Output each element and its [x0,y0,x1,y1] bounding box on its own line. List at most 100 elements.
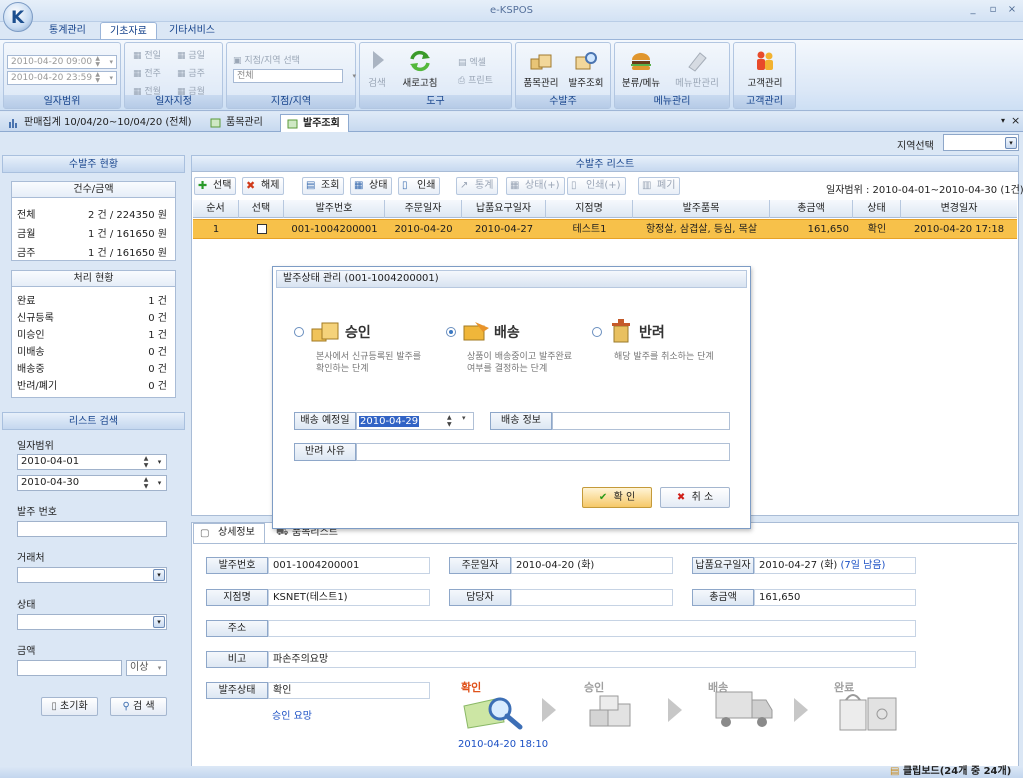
ribbon-tab-basic-data[interactable]: 기초자료 [100,22,157,40]
ship-date-input[interactable]: 2010-04-29 ▲ ▼ ▾ [356,412,474,430]
select-all-button[interactable]: ✚ 선택 [194,177,237,195]
search-date-to[interactable]: 2010-04-30 ▲ ▼ ▾ [17,475,167,491]
column-header[interactable]: 변경일자 [901,200,1017,218]
count-label-week: 금주 [17,248,36,259]
process-status-title: 처리 현황 [12,271,175,287]
search-icon: ⚲ [122,701,130,712]
ribbon-tab-other-services[interactable]: 기타서비스 [160,22,224,40]
ribbon-group-date-range: 2010-04-20 09:00 ▲ ▼ ▾ 2010-04-20 23:59 ▲ ▼ ▾ … [3,42,121,109]
column-header[interactable]: 선택 [239,200,284,218]
column-header[interactable]: 발주품목 [633,200,770,218]
ribbon-date-from-input[interactable]: 2010-04-20 09:00 ▲ ▼ ▾ [7,55,117,69]
tab-close-icon[interactable]: × [1011,114,1020,127]
ship-option-title[interactable]: 배송 [494,322,520,342]
detail-order-date-value: 2010-04-20 (화) [511,557,673,574]
ship-date-label: 배송 예정일 [294,412,356,430]
ribbon-print-button[interactable]: ⎙ 프린트 [458,73,493,86]
count-amount-title: 건수/금액 [12,182,175,198]
cancel-button[interactable]: ✖ 취 소 [660,487,730,508]
amount-label: 금액 [17,646,36,657]
tab-detail-info[interactable]: ▢ 상세정보 [193,523,265,543]
ribbon-refresh-button[interactable]: 새로고침 [398,49,442,89]
print-button[interactable]: ▯ 인쇄 [398,177,441,195]
ribbon-prev-day-button[interactable]: ▦ 전일 [133,48,161,61]
radio-approve[interactable] [294,327,304,337]
amount-input[interactable] [17,660,122,676]
spin-icon[interactable]: ▲ ▼ [447,414,452,428]
reject-reason-input[interactable] [356,443,730,461]
table-row[interactable]: 1 001-1004200001 2010-04-20 2010-04-27 테… [193,219,1017,239]
ribbon-group-label: 메뉴관리 [615,95,729,108]
ribbon-excel-button[interactable]: ▤ 엑셀 [458,55,486,68]
ribbon-item-mgmt-button[interactable]: 품목관리 [520,49,562,89]
vendor-select[interactable]: ▾ [17,567,167,583]
column-header[interactable]: 순서 [193,200,239,218]
ribbon-group-tools: 검색 새로고침 ▤ 엑셀 ⎙ 프린트 도구 [359,42,512,109]
column-header[interactable]: 상태 [853,200,901,218]
print-plus-button[interactable]: ▯ 인쇄(+) [567,177,626,195]
close-button[interactable]: × [1005,4,1019,16]
column-header[interactable]: 발주번호 [284,200,385,218]
detail-manager-value [511,589,673,606]
radio-reject[interactable] [592,327,602,337]
search-date-from[interactable]: 2010-04-01 ▲ ▼ ▾ [17,454,167,470]
step-date: 2010-04-20 18:10 [458,739,549,750]
tab-item-mgmt[interactable]: 품목관리 [204,114,263,132]
ribbon-category-menu-button[interactable]: 분류/메뉴 [619,49,663,89]
view-button[interactable]: ▤ 조회 [302,177,345,195]
ribbon-search-button[interactable]: 검색 [364,49,390,89]
ribbon-tab-stats[interactable]: 통계관리 [40,22,95,40]
ribbon-menuboard-button[interactable]: 메뉴판관리 [671,49,723,89]
ship-info-input[interactable] [552,412,730,430]
radio-ship[interactable] [446,327,456,337]
deselect-button[interactable]: ✖ 해제 [242,177,285,195]
ribbon-date-to-input[interactable]: 2010-04-20 23:59 ▲ ▼ ▾ [7,71,117,85]
status-plus-button[interactable]: ▦ 상태(+) [506,177,565,195]
tab-dropdown-icon[interactable]: ▾ [1001,116,1005,125]
search-button[interactable]: ⚲ 검 색 [110,697,167,716]
approve-option-title[interactable]: 승인 [345,322,371,342]
order-no-label: 발주 번호 [17,507,57,518]
row-checkbox[interactable] [239,220,284,239]
chevron-down-icon: ▾ [1005,137,1017,149]
ribbon-region-combo[interactable]: 전체 ▾ [233,69,356,83]
detail-status-value: 확인 [268,682,430,699]
detail-due-value: 2010-04-27 (화) (7일 남음) [754,557,916,574]
ribbon-order-lookup-button[interactable]: 발주조회 [564,49,608,89]
column-header[interactable]: 총금액 [770,200,853,218]
column-header[interactable]: 납품요구일자 [462,200,546,218]
status-select[interactable]: ▾ [17,614,167,630]
reject-option-title[interactable]: 반려 [639,322,665,342]
ribbon-customer-mgmt-button[interactable]: 고객관리 [740,49,790,89]
count-value-all: 2 건 / 224350 원 [87,210,167,221]
maximize-button[interactable]: ▫ [986,4,1000,16]
ribbon-today-button[interactable]: ▦ 금일 [177,48,205,61]
clipboard-status[interactable]: ▤ 클립보드(24개 중 24개) [890,766,1011,778]
amount-condition-select[interactable]: 이상 ▾ [126,660,167,676]
document-icon [287,119,298,129]
ok-button[interactable]: ✔ 확 인 [582,487,652,508]
ribbon-group-label: 도구 [360,95,511,108]
status-button[interactable]: ▦ 상태 [350,177,393,195]
chevron-down-icon[interactable]: ▾ [462,414,466,422]
ribbon-prev-week-button[interactable]: ▦ 전주 [133,66,161,79]
region-select[interactable]: ▾ [943,134,1019,151]
truck-icon [715,691,773,727]
discard-button[interactable]: ▥ 폐기 [638,177,681,195]
chevron-down-icon: ▾ [153,569,165,581]
app-logo-button[interactable]: K [3,2,33,32]
column-header[interactable]: 주문일자 [385,200,462,218]
reset-button[interactable]: ▯ 초기화 [41,697,98,716]
detail-address-label: 주소 [206,620,268,637]
reject-bin-icon [612,319,630,343]
ribbon-this-week-button[interactable]: ▦ 금주 [177,66,205,79]
stats-button[interactable]: ↗ 통계 [456,177,499,195]
tab-order-lookup[interactable]: 발주조회 [280,114,349,132]
order-no-input[interactable] [17,521,167,537]
region-select-label: 지역선택 [897,141,934,152]
column-header[interactable]: 지점명 [546,200,633,218]
tab-sales-summary[interactable]: 판매집계 10/04/20~10/04/20 (전체) [2,114,192,132]
cell-changed-date: 2010-04-20 17:18 [913,224,1005,235]
minimize-button[interactable]: _ [966,4,980,16]
approval-request-link[interactable]: 승인 요망 [272,707,312,722]
